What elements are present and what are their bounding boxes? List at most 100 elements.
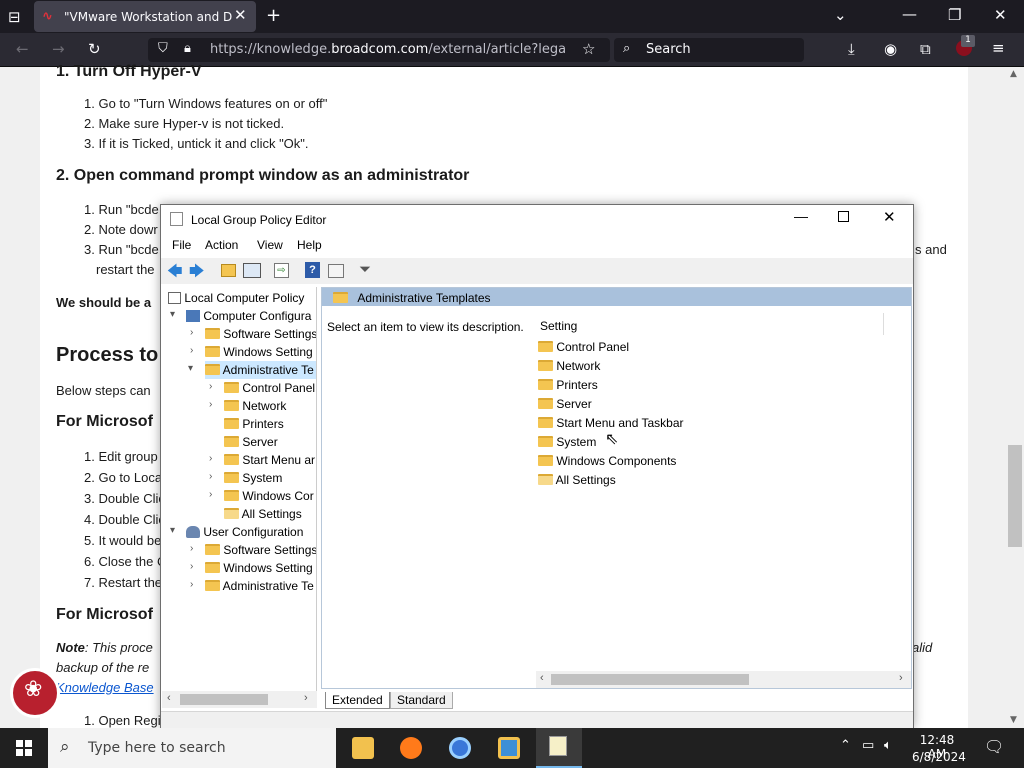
- scroll-up-icon[interactable]: ▲: [1010, 69, 1017, 79]
- tree-item-server[interactable]: Server: [224, 433, 278, 451]
- close-tab-icon[interactable]: ✕: [234, 6, 247, 24]
- tree-item-all-settings[interactable]: All Settings: [224, 505, 302, 523]
- shield-icon[interactable]: ⛉: [158, 41, 168, 56]
- chevron-right-icon[interactable]: ›: [209, 381, 212, 392]
- back-arrow-icon[interactable]: 🡄: [167, 261, 183, 286]
- tree-item-network[interactable]: Network: [224, 397, 286, 415]
- page-scrollbar[interactable]: [1006, 67, 1024, 728]
- list-item[interactable]: Start Menu and Taskbar: [538, 416, 684, 430]
- list-item[interactable]: Printers: [538, 378, 598, 392]
- tree-item-printers[interactable]: Printers: [224, 415, 284, 433]
- tab-list-icon[interactable]: ⊟: [8, 8, 21, 26]
- minimize-icon[interactable]: —: [794, 208, 808, 224]
- tree-item-user-software-settings[interactable]: Software Settings: [205, 541, 316, 559]
- list-item[interactable]: Control Panel: [538, 340, 629, 354]
- show-hide-tree-icon[interactable]: [243, 263, 261, 278]
- list-all-tabs-chevron-icon[interactable]: ⌄: [834, 6, 847, 24]
- bookmark-star-icon[interactable]: ☆: [582, 40, 595, 58]
- tab-extended[interactable]: Extended: [325, 692, 390, 709]
- chevron-right-icon[interactable]: ›: [190, 579, 193, 590]
- volume-icon[interactable]: 🔈︎: [884, 738, 892, 753]
- help-icon[interactable]: ?: [305, 262, 320, 278]
- network-icon[interactable]: ▭: [862, 738, 874, 753]
- tree-item-software-settings[interactable]: Software Settings: [205, 325, 316, 343]
- page-scrollbar-thumb[interactable]: [1008, 445, 1022, 547]
- tree-item-windows-settings[interactable]: Windows Setting: [205, 343, 313, 361]
- properties-pane-icon[interactable]: [328, 264, 344, 278]
- account-icon[interactable]: ◉: [884, 40, 897, 58]
- tree-item-user-windows-settings[interactable]: Windows Setting: [205, 559, 313, 577]
- knowledge-base-link[interactable]: Knowledge Base: [56, 680, 154, 695]
- chevron-right-icon[interactable]: ›: [209, 453, 212, 464]
- tree-pane[interactable]: Local Computer Policy ▾ Computer Configu…: [162, 287, 317, 691]
- tree-scrollbar-thumb[interactable]: [180, 694, 268, 705]
- close-window-icon[interactable]: ✕: [994, 6, 1007, 24]
- cookie-settings-button[interactable]: ❀: [10, 668, 60, 718]
- column-header-setting[interactable]: Setting: [540, 319, 577, 333]
- scroll-left-icon[interactable]: ‹: [540, 672, 544, 684]
- notifications-icon[interactable]: 🗨︎: [984, 737, 1004, 756]
- filter-icon[interactable]: ⏷: [359, 261, 371, 278]
- chevron-down-icon[interactable]: ▾: [170, 525, 175, 536]
- scroll-right-icon[interactable]: ›: [304, 692, 308, 704]
- tree-item-administrative-templates[interactable]: Administrative Te: [205, 361, 316, 379]
- gpedit-taskbar-button[interactable]: [536, 728, 582, 768]
- scroll-down-icon[interactable]: ▼: [1010, 715, 1017, 725]
- list-item[interactable]: Network: [538, 359, 600, 373]
- chevron-right-icon[interactable]: ›: [190, 561, 193, 572]
- tree-item-user-administrative-templates[interactable]: Administrative Te: [205, 577, 314, 595]
- forward-arrow-icon[interactable]: 🡆: [189, 261, 205, 286]
- menu-icon[interactable]: ≡: [992, 39, 1005, 57]
- scroll-right-icon[interactable]: ›: [899, 672, 903, 684]
- menu-view[interactable]: View: [257, 238, 283, 252]
- restore-icon[interactable]: ❐: [948, 6, 961, 24]
- menu-file[interactable]: File: [172, 238, 191, 252]
- tree-item-windows-components[interactable]: Windows Cor: [224, 487, 314, 505]
- list-item[interactable]: All Settings: [538, 473, 616, 487]
- tree-item-start-menu[interactable]: Start Menu ar: [224, 451, 315, 469]
- chrome-icon[interactable]: [449, 737, 471, 759]
- firefox-icon[interactable]: [400, 737, 422, 759]
- chevron-down-icon[interactable]: ▾: [188, 363, 193, 374]
- clock-date[interactable]: 6/8/2024: [912, 750, 966, 764]
- back-icon[interactable]: ←: [16, 40, 29, 58]
- file-explorer-icon[interactable]: [352, 737, 374, 759]
- search-box[interactable]: ⌕ Search: [614, 38, 804, 62]
- menu-action[interactable]: Action: [205, 238, 238, 252]
- close-icon[interactable]: ✕: [883, 208, 896, 226]
- tree-item-local-computer-policy[interactable]: Local Computer Policy: [168, 289, 304, 307]
- chevron-right-icon[interactable]: ›: [190, 327, 193, 338]
- chevron-right-icon[interactable]: ›: [209, 471, 212, 482]
- gpedit-window[interactable]: Local Group Policy Editor — ✕ File Actio…: [160, 204, 914, 728]
- new-tab-button[interactable]: +: [266, 5, 281, 26]
- tree-item-user-configuration[interactable]: User Configuration: [186, 523, 303, 541]
- show-hidden-icons-icon[interactable]: ⌃: [840, 738, 851, 753]
- taskbar-search[interactable]: ⌕ Type here to search: [48, 728, 336, 768]
- chevron-right-icon[interactable]: ›: [209, 489, 212, 500]
- app-icon[interactable]: [498, 737, 520, 759]
- browser-tab-active[interactable]: ∿ "VMware Workstation and Devic ✕: [34, 1, 256, 32]
- tree-item-system[interactable]: System: [224, 469, 282, 487]
- export-list-icon[interactable]: ⇨: [274, 263, 289, 278]
- chevron-right-icon[interactable]: ›: [209, 399, 212, 410]
- tree-item-computer-configuration[interactable]: Computer Configura: [186, 307, 311, 325]
- lock-icon[interactable]: 🔒︎: [184, 41, 191, 56]
- up-folder-icon[interactable]: [221, 264, 236, 277]
- list-scrollbar-thumb[interactable]: [551, 674, 749, 685]
- downloads-icon[interactable]: ⤓: [848, 40, 855, 58]
- tree-item-control-panel[interactable]: Control Panel: [224, 379, 315, 397]
- url-bar[interactable]: ⛉ 🔒︎ https://knowledge.broadcom.com/exte…: [148, 38, 610, 62]
- list-item[interactable]: System: [538, 435, 596, 449]
- scroll-left-icon[interactable]: ‹: [167, 692, 171, 704]
- chevron-right-icon[interactable]: ›: [190, 345, 193, 356]
- minimize-icon[interactable]: —: [902, 5, 917, 23]
- forward-icon[interactable]: →: [52, 40, 65, 58]
- maximize-icon[interactable]: [838, 211, 849, 222]
- extensions-icon[interactable]: ⧉: [920, 40, 931, 58]
- list-item[interactable]: Windows Components: [538, 454, 676, 468]
- chevron-down-icon[interactable]: ▾: [170, 309, 175, 320]
- list-item[interactable]: Server: [538, 397, 592, 411]
- menu-help[interactable]: Help: [297, 238, 322, 252]
- windows-start-icon[interactable]: [16, 740, 32, 756]
- reload-icon[interactable]: ↻: [88, 40, 101, 58]
